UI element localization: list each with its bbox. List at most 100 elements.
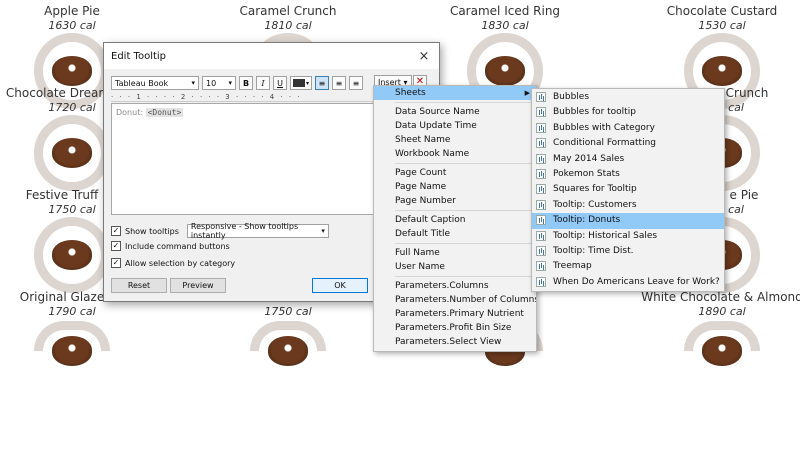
sheet-menu-item[interactable]: Bubbles bbox=[532, 90, 724, 105]
menu-item-sheets[interactable]: Sheets ▶ bbox=[374, 86, 536, 100]
donut-calories: 1750 cal bbox=[48, 203, 96, 216]
donut-calories: 1630 cal bbox=[48, 19, 96, 32]
donut-name: Festive Truff bbox=[25, 188, 99, 202]
ok-button[interactable]: OK bbox=[312, 278, 368, 293]
insert-menu-item[interactable]: User Name bbox=[374, 260, 536, 274]
insert-menu-item[interactable]: Workbook Name bbox=[374, 147, 536, 161]
sheet-menu-item-label: Treemap bbox=[553, 261, 592, 272]
sheet-menu-item-label: Conditional Formatting bbox=[553, 138, 656, 149]
insert-menu-item[interactable]: Sheet Name bbox=[374, 133, 536, 147]
sheet-menu-item[interactable]: Bubbles for tooltip bbox=[532, 105, 724, 120]
menu-separator bbox=[395, 210, 536, 211]
reset-button[interactable]: Reset bbox=[111, 278, 167, 293]
insert-menu-item[interactable]: Data Source Name bbox=[374, 105, 536, 119]
preview-button[interactable]: Preview bbox=[170, 278, 226, 293]
sheet-menu-item-label: When Do Americans Leave for Work? bbox=[553, 276, 720, 287]
donut-name: Caramel Iced Ring bbox=[449, 4, 561, 18]
chevron-down-icon: ▾ bbox=[191, 79, 195, 87]
donut-name: Chocolate Dream bbox=[5, 86, 111, 100]
sheet-icon bbox=[536, 153, 546, 164]
font-color-button[interactable]: ▾ bbox=[290, 76, 312, 90]
donut-mark[interactable] bbox=[250, 321, 326, 366]
insert-menu-item[interactable]: Page Name bbox=[374, 180, 536, 194]
font-size-select[interactable]: 10 ▾ bbox=[202, 76, 236, 90]
sheet-menu-item[interactable]: May 2014 Sales bbox=[532, 152, 724, 167]
align-right-icon[interactable]: ≡ bbox=[349, 76, 363, 90]
insert-menu-group-5: Parameters.Columns Parameters.Number of C… bbox=[374, 279, 536, 349]
donut-mark[interactable] bbox=[34, 321, 110, 366]
donut-name: Caramel Crunch bbox=[239, 4, 337, 18]
chevron-down-icon: ▾ bbox=[321, 227, 325, 235]
close-icon[interactable]: × bbox=[409, 49, 439, 64]
donut-calories: 1750 cal bbox=[264, 305, 312, 318]
sheet-menu-item-label: Squares for Tooltip bbox=[553, 184, 637, 195]
allow-selection-checkbox[interactable]: ✓ bbox=[111, 258, 121, 268]
insert-menu-item[interactable]: Data Update Time bbox=[374, 119, 536, 133]
align-left-icon[interactable]: ≡ bbox=[315, 76, 329, 90]
show-tooltips-checkbox[interactable]: ✓ bbox=[111, 226, 121, 236]
sheet-icon bbox=[536, 215, 546, 226]
sheet-menu-item[interactable]: Conditional Formatting bbox=[532, 136, 724, 151]
insert-menu-item[interactable]: Default Caption bbox=[374, 213, 536, 227]
underline-button[interactable]: U bbox=[273, 76, 287, 90]
tooltip-mode-value: Responsive - Show tooltips instantly bbox=[190, 222, 299, 240]
insert-menu-item[interactable]: Parameters.Primary Nutrient bbox=[374, 307, 536, 321]
menu-separator bbox=[395, 276, 536, 277]
donut-calories: 1790 cal bbox=[48, 305, 96, 318]
sheet-menu-item-label: Tooltip: Customers bbox=[553, 199, 637, 210]
sheet-icon bbox=[536, 230, 546, 241]
donut-calories: 1530 cal bbox=[698, 19, 746, 32]
insert-menu-group-1: Data Source Name Data Update Time Sheet Na… bbox=[374, 105, 536, 161]
sheet-icon bbox=[536, 107, 546, 118]
donut-mark[interactable] bbox=[684, 321, 760, 366]
donut-mark[interactable] bbox=[34, 217, 110, 293]
sheet-icon bbox=[536, 168, 546, 179]
donut-mark[interactable] bbox=[34, 115, 110, 191]
donut-calories: 1720 cal bbox=[48, 101, 96, 114]
include-buttons-checkbox[interactable]: ✓ bbox=[111, 241, 121, 251]
sheet-menu-item[interactable]: Bubbles with Category bbox=[532, 121, 724, 136]
sheet-menu-item[interactable]: Treemap bbox=[532, 259, 724, 274]
sheet-menu-item[interactable]: Tooltip: Donuts bbox=[532, 213, 724, 229]
insert-menu-item[interactable]: Full Name bbox=[374, 246, 536, 260]
insert-menu-item[interactable]: Default Title bbox=[374, 227, 536, 241]
insert-menu-item[interactable]: Parameters.Profit Bin Size bbox=[374, 321, 536, 335]
insert-menu-item[interactable]: Parameters.Number of Columns bbox=[374, 293, 536, 307]
allow-selection-label: Allow selection by category bbox=[125, 258, 236, 268]
insert-menu-item[interactable]: Page Count bbox=[374, 166, 536, 180]
italic-button[interactable]: I bbox=[256, 76, 270, 90]
donut-name: e Pie bbox=[729, 188, 759, 202]
donut-name: Crunch bbox=[725, 86, 769, 100]
dialog-titlebar: Edit Tooltip × bbox=[104, 43, 439, 69]
donut-image bbox=[268, 336, 308, 366]
include-buttons-label: Include command buttons bbox=[125, 241, 230, 251]
sheet-menu-item[interactable]: Pokemon Stats bbox=[532, 167, 724, 182]
include-buttons-row: ✓ Include command buttons bbox=[111, 241, 230, 251]
color-swatch bbox=[292, 79, 305, 87]
bold-button[interactable]: B bbox=[239, 76, 253, 90]
sheet-icon bbox=[536, 138, 546, 149]
font-select[interactable]: Tableau Book ▾ bbox=[111, 76, 199, 90]
insert-menu-group-2: Page Count Page Name Page Number bbox=[374, 166, 536, 208]
allow-selection-row: ✓ Allow selection by category bbox=[111, 258, 235, 268]
sheet-menu-item[interactable]: Tooltip: Historical Sales bbox=[532, 229, 724, 244]
donut-image bbox=[52, 138, 92, 168]
tooltip-mode-select[interactable]: Responsive - Show tooltips instantly ▾ bbox=[186, 222, 329, 240]
sheet-menu-item[interactable]: Squares for Tooltip bbox=[532, 182, 724, 197]
sheet-menu-item[interactable]: When Do Americans Leave for Work? bbox=[532, 275, 724, 290]
insert-menu-item[interactable]: Page Number bbox=[374, 194, 536, 208]
insert-menu-item[interactable]: Parameters.Columns bbox=[374, 279, 536, 293]
insert-menu-group-3: Default Caption Default Title bbox=[374, 213, 536, 241]
align-center-icon[interactable]: ≡ bbox=[332, 76, 346, 90]
donut-calories: cal bbox=[728, 203, 744, 216]
donut-calories: 1890 cal bbox=[698, 305, 746, 318]
insert-menu-item[interactable]: Parameters.Select View bbox=[374, 335, 536, 349]
sheet-menu-item[interactable]: Tooltip: Customers bbox=[532, 198, 724, 213]
chevron-right-icon: ▶ bbox=[524, 89, 530, 97]
sheets-list: Bubbles Bubbles for tooltip Bubbles with C… bbox=[532, 89, 724, 291]
sheet-menu-item[interactable]: Tooltip: Time Dist. bbox=[532, 244, 724, 259]
menu-separator bbox=[395, 243, 536, 244]
insert-menu-group-4: Full Name User Name bbox=[374, 246, 536, 274]
sheet-icon bbox=[536, 184, 546, 195]
sheet-menu-item-label: Pokemon Stats bbox=[553, 168, 620, 179]
